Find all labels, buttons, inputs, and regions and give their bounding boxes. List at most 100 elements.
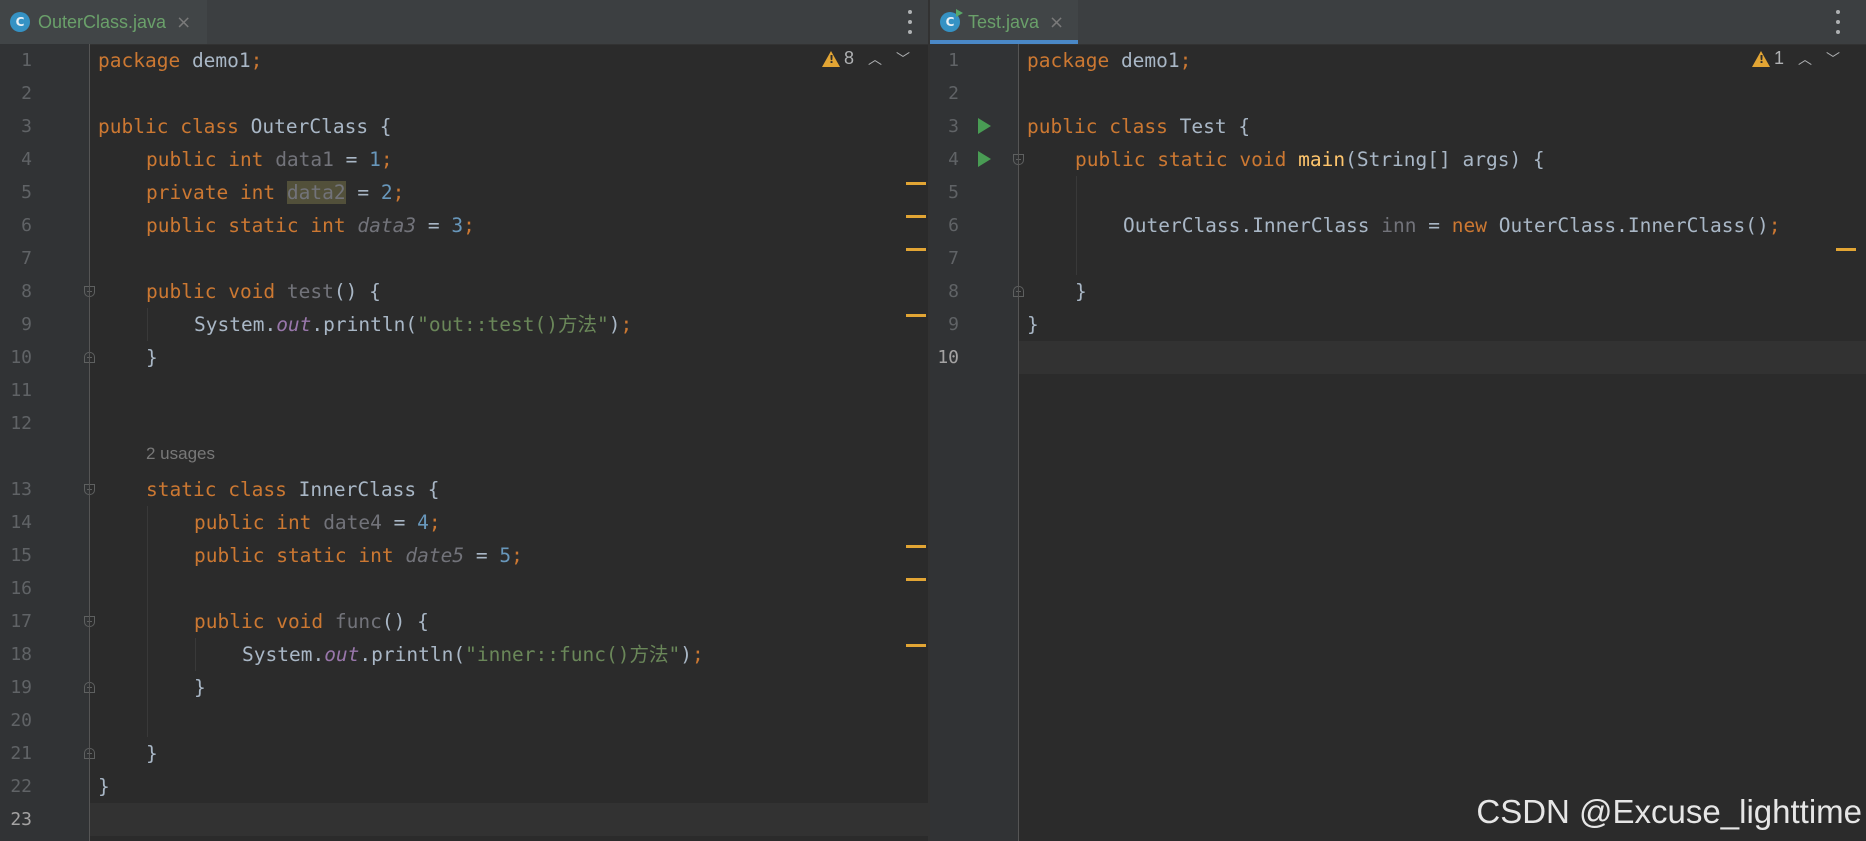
chevron-up-icon[interactable]: ︿ <box>868 49 882 69</box>
code-line-3: public class OuterClass { <box>98 115 392 138</box>
indent-guide <box>147 308 148 341</box>
run-icon[interactable] <box>978 118 991 134</box>
line-number: 3 <box>21 116 32 137</box>
code-line-8: } <box>1075 280 1087 303</box>
line-number: 17 <box>10 611 32 632</box>
usages-inlay-hint[interactable]: 2 usages <box>146 444 215 464</box>
line-number: 6 <box>21 215 32 236</box>
line-number-current: 23 <box>10 809 32 830</box>
warning-stripe-marker[interactable] <box>906 248 926 251</box>
code-line-8: public void test() { <box>146 280 381 303</box>
warning-stripe-marker[interactable] <box>906 314 926 317</box>
line-number: 22 <box>10 776 32 797</box>
line-number: 4 <box>21 149 32 170</box>
indent-guide <box>195 638 196 671</box>
code-line-1: package demo1; <box>1027 49 1192 72</box>
chevron-down-icon[interactable]: ﹀ <box>1826 49 1840 69</box>
line-number: 2 <box>948 83 959 104</box>
warning-stripe-marker[interactable] <box>906 545 926 548</box>
code-line-9: } <box>1027 313 1039 336</box>
warning-stripe-marker[interactable] <box>906 644 926 647</box>
close-icon[interactable]: × <box>1049 12 1064 33</box>
watermark: CSDN @Excuse_lighttime <box>1476 793 1862 830</box>
editor-pane-outerclass: C OuterClass.java × 1 2 3 4 5 6 7 8 9 10… <box>0 0 928 841</box>
indent-guide <box>1076 176 1077 275</box>
warning-stripe-marker[interactable] <box>906 578 926 581</box>
code-editor[interactable]: package demo1; public class OuterClass {… <box>90 44 928 841</box>
code-editor[interactable]: package demo1; public class Test { publi… <box>1019 44 1866 841</box>
runnable-class-icon: C <box>940 9 963 32</box>
warning-stripe-marker[interactable] <box>906 215 926 218</box>
code-line-3: public class Test { <box>1027 115 1251 138</box>
line-number: 20 <box>10 710 32 731</box>
warning-count: 1 <box>1774 48 1785 68</box>
line-number: 7 <box>948 248 959 269</box>
line-number: 14 <box>10 512 32 533</box>
line-number: 10 <box>10 347 32 368</box>
line-number: 5 <box>948 182 959 203</box>
code-line-1: package demo1; <box>98 49 263 72</box>
code-line-10: } <box>146 346 158 369</box>
code-line-22: } <box>98 775 110 798</box>
more-options-icon[interactable] <box>906 10 914 34</box>
code-line-17: public void func() { <box>194 610 429 633</box>
line-number: 2 <box>21 83 32 104</box>
line-number: 13 <box>10 479 32 500</box>
line-number: 1 <box>948 50 959 71</box>
line-number: 11 <box>10 380 32 401</box>
code-line-18: System.out.println("inner::func()方法"); <box>242 643 704 666</box>
line-number: 21 <box>10 743 32 764</box>
line-number: 7 <box>21 248 32 269</box>
code-line-9: System.out.println("out::test()方法"); <box>194 313 633 336</box>
line-number: 18 <box>10 644 32 665</box>
tab-bar: C OuterClass.java × <box>0 0 928 45</box>
line-number: 5 <box>21 182 32 203</box>
tab-outerclass-java[interactable]: C OuterClass.java × <box>0 0 207 44</box>
line-number: 1 <box>21 50 32 71</box>
indent-guide <box>147 506 148 737</box>
warning-triangle-icon <box>822 50 840 67</box>
line-number: 6 <box>948 215 959 236</box>
inspection-widget[interactable]: 1 ︿ ﹀ <box>1752 48 1840 69</box>
code-line-19: } <box>194 676 206 699</box>
editor-pane-test: C Test.java × 1 2 3 4 5 6 7 8 9 10 packa… <box>930 0 1866 841</box>
line-number: 4 <box>948 149 959 170</box>
code-line-4: public static void main(String[] args) { <box>1075 148 1545 171</box>
tab-title: OuterClass.java <box>38 11 167 32</box>
code-line-4: public int data1 = 1; <box>146 148 393 171</box>
code-line-6: OuterClass.InnerClass inn = new OuterCla… <box>1123 214 1781 237</box>
warning-triangle-icon <box>1752 50 1770 67</box>
tab-bar: C Test.java × <box>930 0 1866 45</box>
run-icon[interactable] <box>978 151 991 167</box>
warning-stripe-marker[interactable] <box>906 182 926 185</box>
class-icon: C <box>10 12 30 32</box>
code-line-13: static class InnerClass { <box>146 478 440 501</box>
highlighted-identifier: data2 <box>286 181 346 204</box>
ide-window: C OuterClass.java × 1 2 3 4 5 6 7 8 9 10… <box>0 0 1866 841</box>
line-number: 9 <box>948 314 959 335</box>
line-number: 15 <box>10 545 32 566</box>
line-number: 16 <box>10 578 32 599</box>
gutter: 1 2 3 4 5 6 7 8 9 10 11 12 13 14 15 16 1… <box>0 44 95 841</box>
line-number: 12 <box>10 413 32 434</box>
line-number: 8 <box>948 281 959 302</box>
code-line-21: } <box>146 742 158 765</box>
code-line-14: public int date4 = 4; <box>194 511 441 534</box>
tab-test-java[interactable]: C Test.java × <box>930 0 1078 44</box>
chevron-up-icon[interactable]: ︿ <box>1798 49 1812 69</box>
close-icon[interactable]: × <box>176 12 191 33</box>
warning-count: 8 <box>844 48 855 68</box>
line-number: 3 <box>948 116 959 137</box>
code-line-15: public static int date5 = 5; <box>194 544 523 567</box>
code-line-5: private int data2 = 2; <box>146 181 405 204</box>
warning-stripe-marker[interactable] <box>1836 248 1856 251</box>
line-number: 19 <box>10 677 32 698</box>
tab-title: Test.java <box>968 11 1040 32</box>
code-line-6: public static int data3 = 3; <box>146 214 475 237</box>
line-number: 8 <box>21 281 32 302</box>
chevron-down-icon[interactable]: ﹀ <box>896 49 910 69</box>
more-options-icon[interactable] <box>1834 10 1842 34</box>
line-number: 9 <box>21 314 32 335</box>
gutter: 1 2 3 4 5 6 7 8 9 10 <box>930 44 1024 841</box>
inspection-widget[interactable]: 8 ︿ ﹀ <box>822 48 910 69</box>
